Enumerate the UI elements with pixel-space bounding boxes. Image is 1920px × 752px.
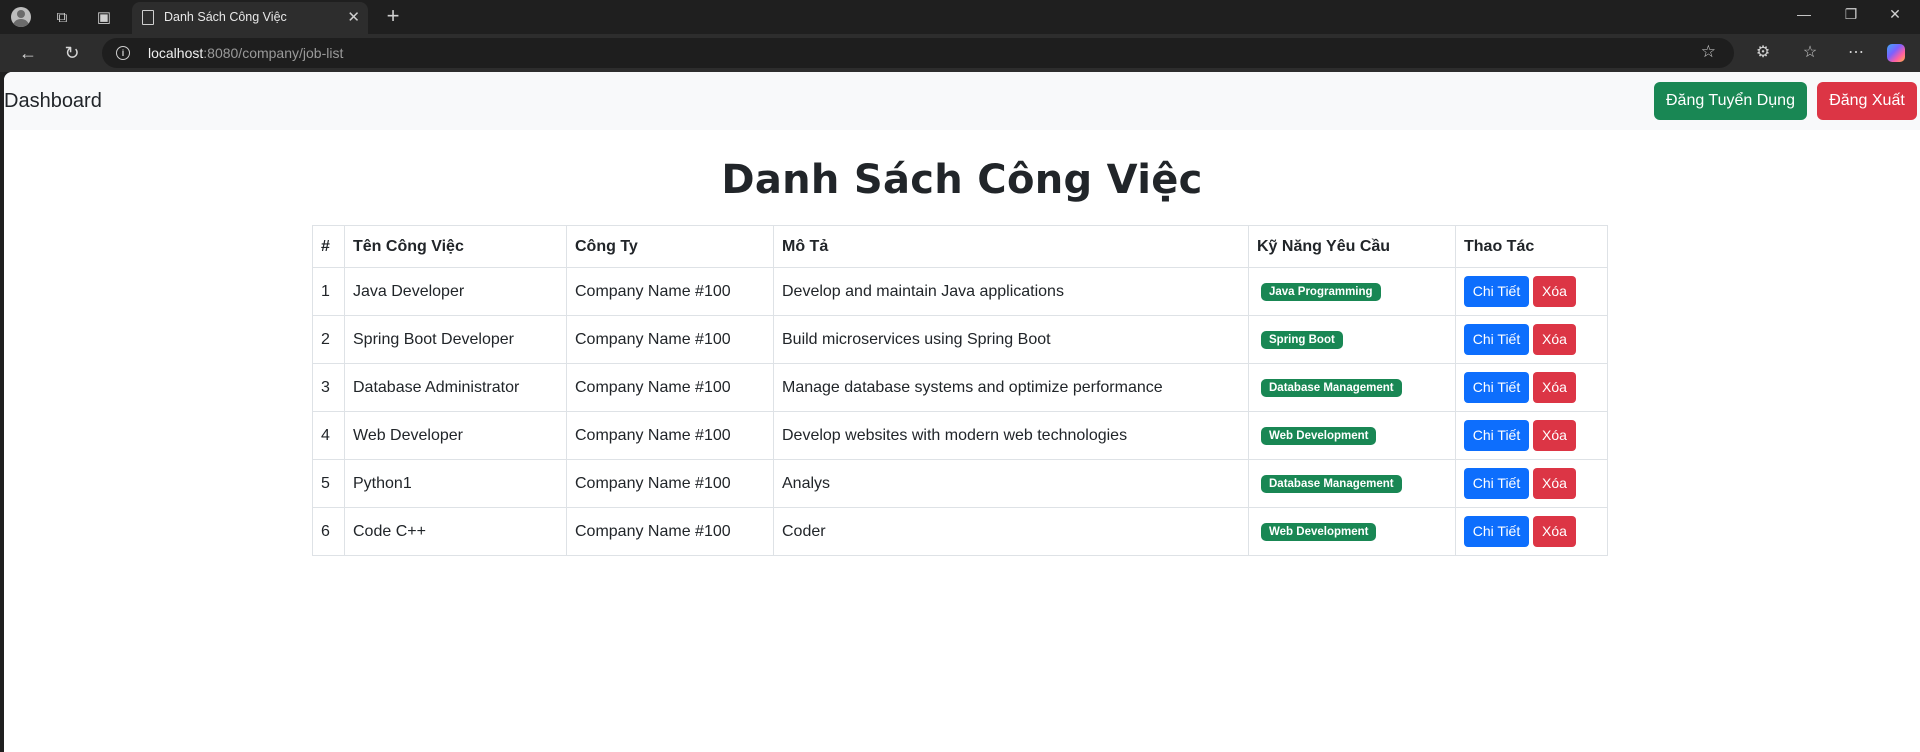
restore-icon[interactable]: ❐ (1836, 6, 1866, 23)
cell-description: Build microservices using Spring Boot (773, 315, 1249, 364)
cell-company: Company Name #100 (566, 363, 774, 412)
cell-actions: Chi Tiết Xóa (1455, 315, 1608, 364)
delete-button[interactable]: Xóa (1533, 516, 1576, 547)
close-window-icon[interactable]: ✕ (1880, 6, 1910, 23)
cell-company: Company Name #100 (566, 267, 774, 316)
skill-badge: Web Development (1261, 427, 1377, 445)
table-row: 6 Code C++ Company Name #100 Coder Web Devel… (312, 507, 1608, 556)
favorites-icon[interactable]: ☆ (1797, 42, 1823, 64)
cell-description: Develop and maintain Java applications (773, 267, 1249, 316)
cell-description: Manage database systems and optimize per… (773, 363, 1249, 412)
cell-company: Company Name #100 (566, 315, 774, 364)
delete-button[interactable]: Xóa (1533, 420, 1576, 451)
column-header-index: # (312, 225, 345, 268)
refresh-icon[interactable]: ↻ (58, 41, 86, 65)
cell-index: 2 (312, 315, 345, 364)
favorite-star-icon[interactable]: ☆ (1701, 42, 1716, 62)
column-header-description: Mô Tả (773, 225, 1249, 268)
info-icon[interactable]: i (116, 46, 130, 60)
navbar: Dashboard Đăng Tuyển Dụng Đăng Xuất (4, 72, 1920, 130)
cell-job-name: Web Developer (344, 411, 567, 460)
vertical-tabs-icon[interactable]: ▣ (89, 5, 119, 29)
cell-index: 1 (312, 267, 345, 316)
workspaces-icon[interactable]: ⧉ (47, 5, 77, 29)
cell-company: Company Name #100 (566, 507, 774, 556)
cell-actions: Chi Tiết Xóa (1455, 411, 1608, 460)
cell-actions: Chi Tiết Xóa (1455, 459, 1608, 508)
table-row: 1 Java Developer Company Name #100 Develop … (312, 267, 1608, 316)
page-icon (142, 10, 154, 25)
cell-description: Analys (773, 459, 1249, 508)
cell-skills: Spring Boot (1248, 315, 1456, 364)
more-options-icon[interactable]: ⋯ (1843, 42, 1869, 64)
cell-job-name: Spring Boot Developer (344, 315, 567, 364)
cell-description: Develop websites with modern web technol… (773, 411, 1249, 460)
cell-actions: Chi Tiết Xóa (1455, 363, 1608, 412)
table-row: 5 Python1 Company Name #100 Analys Database … (312, 459, 1608, 508)
new-tab-icon[interactable]: + (380, 4, 406, 30)
cell-actions: Chi Tiết Xóa (1455, 507, 1608, 556)
cell-index: 4 (312, 411, 345, 460)
job-table: # Tên Công Việc Công Ty Mô Tả Kỹ Năng Yê… (312, 225, 1608, 556)
cell-skills: Java Programming (1248, 267, 1456, 316)
address-bar[interactable]: i localhost:8080/company/job-list ☆ (102, 38, 1734, 68)
delete-button[interactable]: Xóa (1533, 324, 1576, 355)
detail-button[interactable]: Chi Tiết (1464, 468, 1529, 499)
logout-button[interactable]: Đăng Xuất (1817, 82, 1917, 120)
skill-badge: Database Management (1261, 379, 1402, 397)
navbar-brand[interactable]: Dashboard (4, 90, 102, 113)
browser-tab-active[interactable]: Danh Sách Công Việc ✕ (132, 2, 368, 34)
cell-actions: Chi Tiết Xóa (1455, 267, 1608, 316)
url-text[interactable]: localhost:8080/company/job-list (148, 45, 343, 61)
address-bar-row: ← ↻ i localhost:8080/company/job-list ☆ … (0, 34, 1920, 72)
cell-job-name: Python1 (344, 459, 567, 508)
post-job-button[interactable]: Đăng Tuyển Dụng (1654, 82, 1807, 120)
skill-badge: Web Development (1261, 523, 1377, 541)
browser-tab-bar: ⧉ ▣ Danh Sách Công Việc ✕ + — ❐ ✕ (0, 0, 1920, 34)
table-row: 3 Database Administrator Company Name #100… (312, 363, 1608, 412)
column-header-job-name: Tên Công Việc (344, 225, 567, 268)
cell-job-name: Java Developer (344, 267, 567, 316)
table-row: 2 Spring Boot Developer Company Name #100 B… (312, 315, 1608, 364)
cell-skills: Web Development (1248, 507, 1456, 556)
page-viewport: Dashboard Đăng Tuyển Dụng Đăng Xuất Danh… (4, 72, 1920, 752)
skill-badge: Java Programming (1261, 283, 1381, 301)
detail-button[interactable]: Chi Tiết (1464, 420, 1529, 451)
delete-button[interactable]: Xóa (1533, 468, 1576, 499)
detail-button[interactable]: Chi Tiết (1464, 324, 1529, 355)
detail-button[interactable]: Chi Tiết (1464, 372, 1529, 403)
table-row: 4 Web Developer Company Name #100 Develop w… (312, 411, 1608, 460)
cell-skills: Database Management (1248, 363, 1456, 412)
column-header-company: Công Ty (566, 225, 774, 268)
cell-description: Coder (773, 507, 1249, 556)
cell-company: Company Name #100 (566, 411, 774, 460)
back-icon[interactable]: ← (14, 41, 42, 65)
delete-button[interactable]: Xóa (1533, 276, 1576, 307)
close-tab-icon[interactable]: ✕ (347, 8, 360, 26)
copilot-icon[interactable] (1887, 44, 1905, 62)
minimize-icon[interactable]: — (1789, 6, 1819, 22)
profile-icon[interactable] (6, 5, 36, 29)
skill-badge: Spring Boot (1261, 331, 1343, 349)
cell-skills: Web Development (1248, 411, 1456, 460)
extensions-icon[interactable]: ⚙ (1750, 42, 1776, 64)
page-title: Danh Sách Công Việc (721, 157, 1203, 203)
tab-title: Danh Sách Công Việc (164, 10, 287, 24)
cell-job-name: Database Administrator (344, 363, 567, 412)
cell-job-name: Code C++ (344, 507, 567, 556)
detail-button[interactable]: Chi Tiết (1464, 276, 1529, 307)
detail-button[interactable]: Chi Tiết (1464, 516, 1529, 547)
column-header-actions: Thao Tác (1455, 225, 1608, 268)
cell-index: 3 (312, 363, 345, 412)
column-header-skills: Kỹ Năng Yêu Cầu (1248, 225, 1456, 268)
cell-index: 5 (312, 459, 345, 508)
skill-badge: Database Management (1261, 475, 1402, 493)
delete-button[interactable]: Xóa (1533, 372, 1576, 403)
cell-company: Company Name #100 (566, 459, 774, 508)
cell-skills: Database Management (1248, 459, 1456, 508)
cell-index: 6 (312, 507, 345, 556)
table-header-row: # Tên Công Việc Công Ty Mô Tả Kỹ Năng Yê… (312, 225, 1608, 268)
